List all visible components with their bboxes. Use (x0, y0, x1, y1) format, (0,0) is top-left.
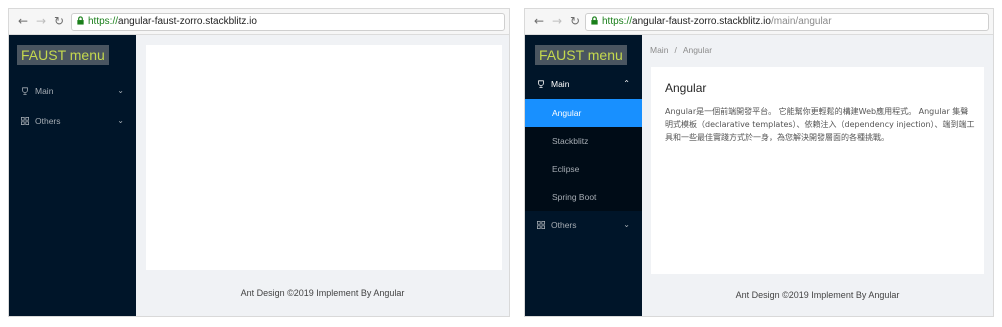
breadcrumb: Main / Angular (650, 45, 712, 55)
reload-icon[interactable]: ↻ (569, 15, 581, 27)
url-host: angular-faust-zorro.stackblitz.io (118, 16, 257, 27)
appstore-icon (537, 221, 545, 229)
breadcrumb-item-main[interactable]: Main (650, 45, 668, 55)
page-description: Angular是一個前端開發平台。 它能幫你更輕鬆的構建Web應用程式。 Ang… (665, 107, 975, 142)
back-arrow-icon[interactable]: ← (533, 15, 545, 27)
menu-item-main[interactable]: Main ⌃ (525, 71, 642, 97)
browser-window-right: ← → ↻ https://angular-faust-zorro.stackb… (524, 8, 994, 317)
browser-window-left: ← → ↻ https://angular-faust-zorro.stackb… (8, 8, 510, 317)
footer-text: Ant Design ©2019 Implement By Angular (735, 290, 900, 300)
content-card (146, 45, 502, 270)
back-arrow-icon[interactable]: ← (17, 15, 29, 27)
url-host: angular-faust-zorro.stackblitz.io (632, 16, 771, 27)
submenu-item-angular[interactable]: Angular (525, 99, 642, 127)
app-logo: FAUST menu (17, 45, 109, 65)
url-field[interactable]: https://angular-faust-zorro.stackblitz.i… (585, 13, 989, 31)
trophy-icon (22, 87, 28, 95)
page-title: Angular (665, 81, 707, 95)
trophy-icon (538, 80, 544, 88)
address-bar: ← → ↻ https://angular-faust-zorro.stackb… (525, 9, 993, 35)
menu-item-label: Others (551, 220, 577, 230)
content-area: Main / Angular Angular Angular是一個前端開發平台。 它… (642, 35, 993, 316)
menu-item-label: Main (551, 79, 570, 89)
url-path: /main/angular (770, 16, 832, 27)
forward-arrow-icon[interactable]: → (35, 15, 47, 27)
chevron-up-icon: ⌃ (623, 79, 630, 88)
submenu-item-eclipse[interactable]: Eclipse (525, 155, 642, 183)
breadcrumb-item-angular: Angular (682, 45, 713, 55)
app-logo: FAUST menu (535, 45, 627, 65)
menu-item-label: Main (35, 86, 54, 96)
submenu-item-stackblitz[interactable]: Stackblitz (525, 127, 642, 155)
chevron-down-icon: ⌄ (623, 220, 630, 229)
breadcrumb-separator: / (674, 45, 677, 55)
menu-item-label: Others (35, 116, 61, 126)
sidebar: FAUST menu Main ⌃ Angular Stackblitz Ecl… (525, 35, 642, 316)
submenu-main: Angular Stackblitz Eclipse Spring Boot (525, 99, 642, 211)
url-field[interactable]: https://angular-faust-zorro.stackblitz.i… (71, 13, 505, 31)
footer-text: Ant Design ©2019 Implement By Angular (240, 288, 405, 298)
menu-item-main[interactable]: Main ⌄ (9, 78, 136, 104)
lock-icon (77, 16, 84, 25)
submenu-item-spring-boot[interactable]: Spring Boot (525, 183, 642, 211)
lock-icon (591, 16, 598, 25)
content-area: Ant Design ©2019 Implement By Angular (136, 35, 509, 316)
appstore-icon (21, 117, 29, 125)
url-scheme: https:// (602, 16, 633, 27)
chevron-down-icon: ⌄ (117, 86, 124, 95)
reload-icon[interactable]: ↻ (53, 15, 65, 27)
menu-item-others[interactable]: Others ⌄ (525, 212, 642, 238)
sidebar: FAUST menu Main ⌄ Others ⌄ (9, 35, 136, 316)
content-card: Angular Angular是一個前端開發平台。 它能幫你更輕鬆的構建Web應… (651, 67, 984, 274)
menu-item-others[interactable]: Others ⌄ (9, 108, 136, 134)
chevron-down-icon: ⌄ (117, 116, 124, 125)
address-bar: ← → ↻ https://angular-faust-zorro.stackb… (9, 9, 509, 35)
forward-arrow-icon[interactable]: → (551, 15, 563, 27)
url-scheme: https:// (88, 16, 119, 27)
